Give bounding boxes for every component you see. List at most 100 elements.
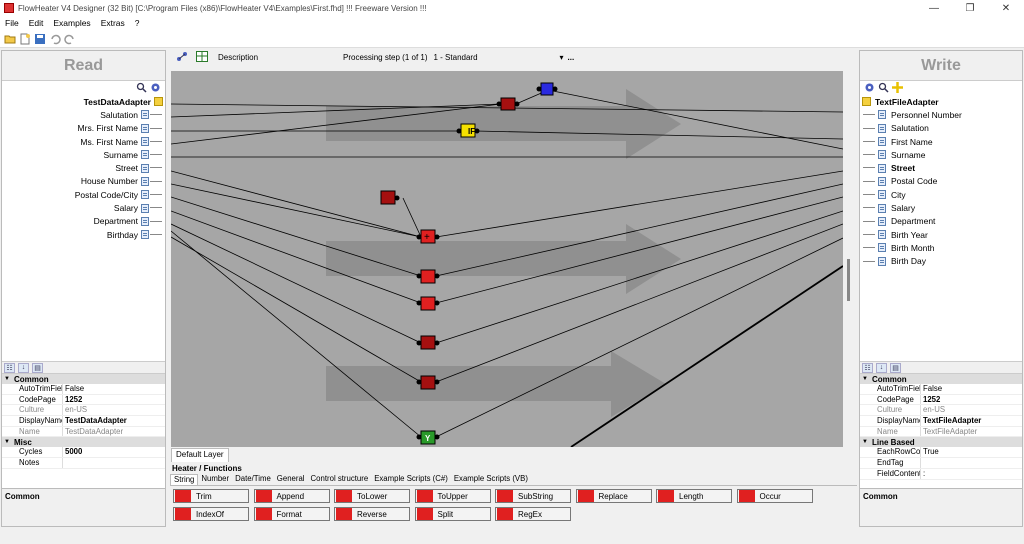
- property-row[interactable]: Notes: [2, 458, 165, 469]
- read-field-row[interactable]: Postal Code/City: [2, 188, 165, 201]
- menu-file[interactable]: File: [0, 18, 24, 28]
- prop-category-misc[interactable]: ▼ Misc: [2, 437, 165, 448]
- write-field-row[interactable]: First Name: [860, 135, 1022, 148]
- undo-icon[interactable]: [49, 33, 61, 45]
- tab-string[interactable]: String: [170, 474, 199, 485]
- read-field-row[interactable]: House Number: [2, 175, 165, 188]
- property-pages-icon[interactable]: ▤: [890, 362, 901, 373]
- function-button-occur[interactable]: Occur: [736, 489, 813, 503]
- function-button-toupper[interactable]: ToUpper: [414, 489, 491, 503]
- property-row[interactable]: CodePage 1252: [2, 394, 165, 406]
- property-row[interactable]: FieldContentSepar:: [860, 468, 1022, 480]
- function-button-tolower[interactable]: ToLower: [334, 489, 410, 503]
- property-row[interactable]: Name TestDataAdapter: [2, 426, 165, 438]
- prop-category-common[interactable]: ▼ Common: [2, 374, 165, 384]
- property-row[interactable]: AutoTrimFieldsFalse: [2, 384, 165, 395]
- close-button[interactable]: ✕: [988, 0, 1024, 16]
- property-pages-icon[interactable]: ▤: [32, 362, 43, 373]
- function-button-indexof[interactable]: IndexOf: [173, 507, 249, 521]
- maximize-button[interactable]: ❐: [952, 0, 988, 16]
- add-field-icon[interactable]: [892, 81, 903, 95]
- property-row[interactable]: DisplayName TestDataAdapter: [2, 416, 165, 427]
- read-adapter-node[interactable]: TestDataAdapter: [2, 95, 165, 108]
- open-folder-icon[interactable]: [4, 33, 16, 45]
- function-button-regex[interactable]: RegEx: [495, 507, 571, 521]
- property-value[interactable]: True: [921, 447, 1022, 457]
- write-field-row[interactable]: Birth Month: [860, 241, 1022, 254]
- property-value[interactable]: 5000: [63, 447, 165, 457]
- property-value[interactable]: TextFileAdapter: [921, 427, 1022, 437]
- gear-icon[interactable]: [150, 82, 161, 95]
- function-button-length[interactable]: Length: [656, 489, 732, 503]
- prop-category-line-based[interactable]: ▼ Line Based: [860, 437, 1022, 448]
- tab-number[interactable]: Number: [198, 474, 232, 485]
- read-field-row[interactable]: Salary: [2, 201, 165, 214]
- write-field-row[interactable]: Surname: [860, 148, 1022, 161]
- property-value[interactable]: :: [921, 469, 1022, 479]
- property-row[interactable]: EndTag: [860, 458, 1022, 469]
- read-field-row[interactable]: Department: [2, 215, 165, 228]
- property-value[interactable]: [921, 458, 1022, 468]
- menu-examples[interactable]: Examples: [48, 18, 95, 28]
- read-field-row[interactable]: Street: [2, 161, 165, 174]
- grid-icon[interactable]: [196, 50, 208, 64]
- property-row[interactable]: Culture en-US: [2, 405, 165, 417]
- write-field-row[interactable]: Personnel Number: [860, 108, 1022, 121]
- categorized-icon[interactable]: ☷: [4, 362, 15, 373]
- write-field-row[interactable]: Postal Code: [860, 175, 1022, 188]
- read-field-row[interactable]: Mrs. First Name: [2, 122, 165, 135]
- canvas-scrollbar[interactable]: [843, 71, 857, 447]
- property-value[interactable]: TextFileAdapter: [921, 416, 1022, 426]
- property-value[interactable]: TestDataAdapter: [63, 427, 165, 437]
- property-row[interactable]: Culture en-US: [860, 405, 1022, 417]
- tab-scripts-vb[interactable]: Example Scripts (VB): [451, 474, 531, 485]
- tab-control-structure[interactable]: Control structure: [308, 474, 372, 485]
- processing-step-select[interactable]: 1 - Standard ▾: [434, 53, 564, 62]
- menu-help[interactable]: ?: [130, 18, 145, 28]
- redo-icon[interactable]: [64, 33, 76, 45]
- prop-category-common[interactable]: ▼ Common: [860, 374, 1022, 384]
- property-value[interactable]: False: [921, 384, 1022, 394]
- property-value[interactable]: TestDataAdapter: [63, 416, 165, 426]
- property-row[interactable]: Cycles 5000: [2, 447, 165, 459]
- design-canvas[interactable]: IF Y +: [171, 71, 843, 447]
- tab-datetime[interactable]: Date/Time: [232, 474, 274, 485]
- property-row[interactable]: CodePage 1252: [860, 394, 1022, 406]
- connect-icon[interactable]: [176, 51, 188, 64]
- search-icon[interactable]: [136, 82, 147, 95]
- write-field-row[interactable]: Street: [860, 161, 1022, 174]
- property-row[interactable]: AutoTrimFieldsFalse: [860, 384, 1022, 395]
- function-button-append[interactable]: Append: [253, 489, 330, 503]
- function-button-format[interactable]: Format: [253, 507, 330, 521]
- function-button-split[interactable]: Split: [414, 507, 491, 521]
- property-row[interactable]: EachRowContainsTrue: [860, 447, 1022, 459]
- alphabetical-icon[interactable]: ↓: [876, 362, 887, 373]
- save-icon[interactable]: [34, 33, 46, 45]
- function-button-substring[interactable]: SubString: [495, 489, 571, 503]
- property-value[interactable]: en-US: [63, 405, 165, 415]
- property-row[interactable]: DisplayName TextFileAdapter: [860, 416, 1022, 427]
- layer-tab-default[interactable]: Default Layer: [171, 448, 229, 462]
- property-value[interactable]: 1252: [63, 395, 165, 405]
- property-value[interactable]: en-US: [921, 405, 1022, 415]
- flow-diagram[interactable]: IF Y +: [171, 71, 843, 447]
- categorized-icon[interactable]: ☷: [862, 362, 873, 373]
- property-value[interactable]: [63, 458, 165, 468]
- write-field-row[interactable]: City: [860, 188, 1022, 201]
- write-field-row[interactable]: Birth Year: [860, 228, 1022, 241]
- function-button-replace[interactable]: Replace: [575, 489, 652, 503]
- function-button-reverse[interactable]: Reverse: [334, 507, 410, 521]
- new-file-icon[interactable]: [19, 33, 31, 45]
- read-field-row[interactable]: Ms. First Name: [2, 135, 165, 148]
- property-value[interactable]: False: [63, 384, 165, 394]
- menu-extras[interactable]: Extras: [96, 18, 130, 28]
- tab-general[interactable]: General: [274, 474, 308, 485]
- gear-icon[interactable]: [864, 82, 875, 95]
- tab-scripts-cs[interactable]: Example Scripts (C#): [371, 474, 451, 485]
- write-adapter-node[interactable]: TextFileAdapter: [860, 95, 1022, 108]
- property-row[interactable]: Name TextFileAdapter: [860, 426, 1022, 438]
- write-field-row[interactable]: Salary: [860, 201, 1022, 214]
- read-field-row[interactable]: Surname: [2, 148, 165, 161]
- menu-edit[interactable]: Edit: [24, 18, 49, 28]
- alphabetical-icon[interactable]: ↓: [18, 362, 29, 373]
